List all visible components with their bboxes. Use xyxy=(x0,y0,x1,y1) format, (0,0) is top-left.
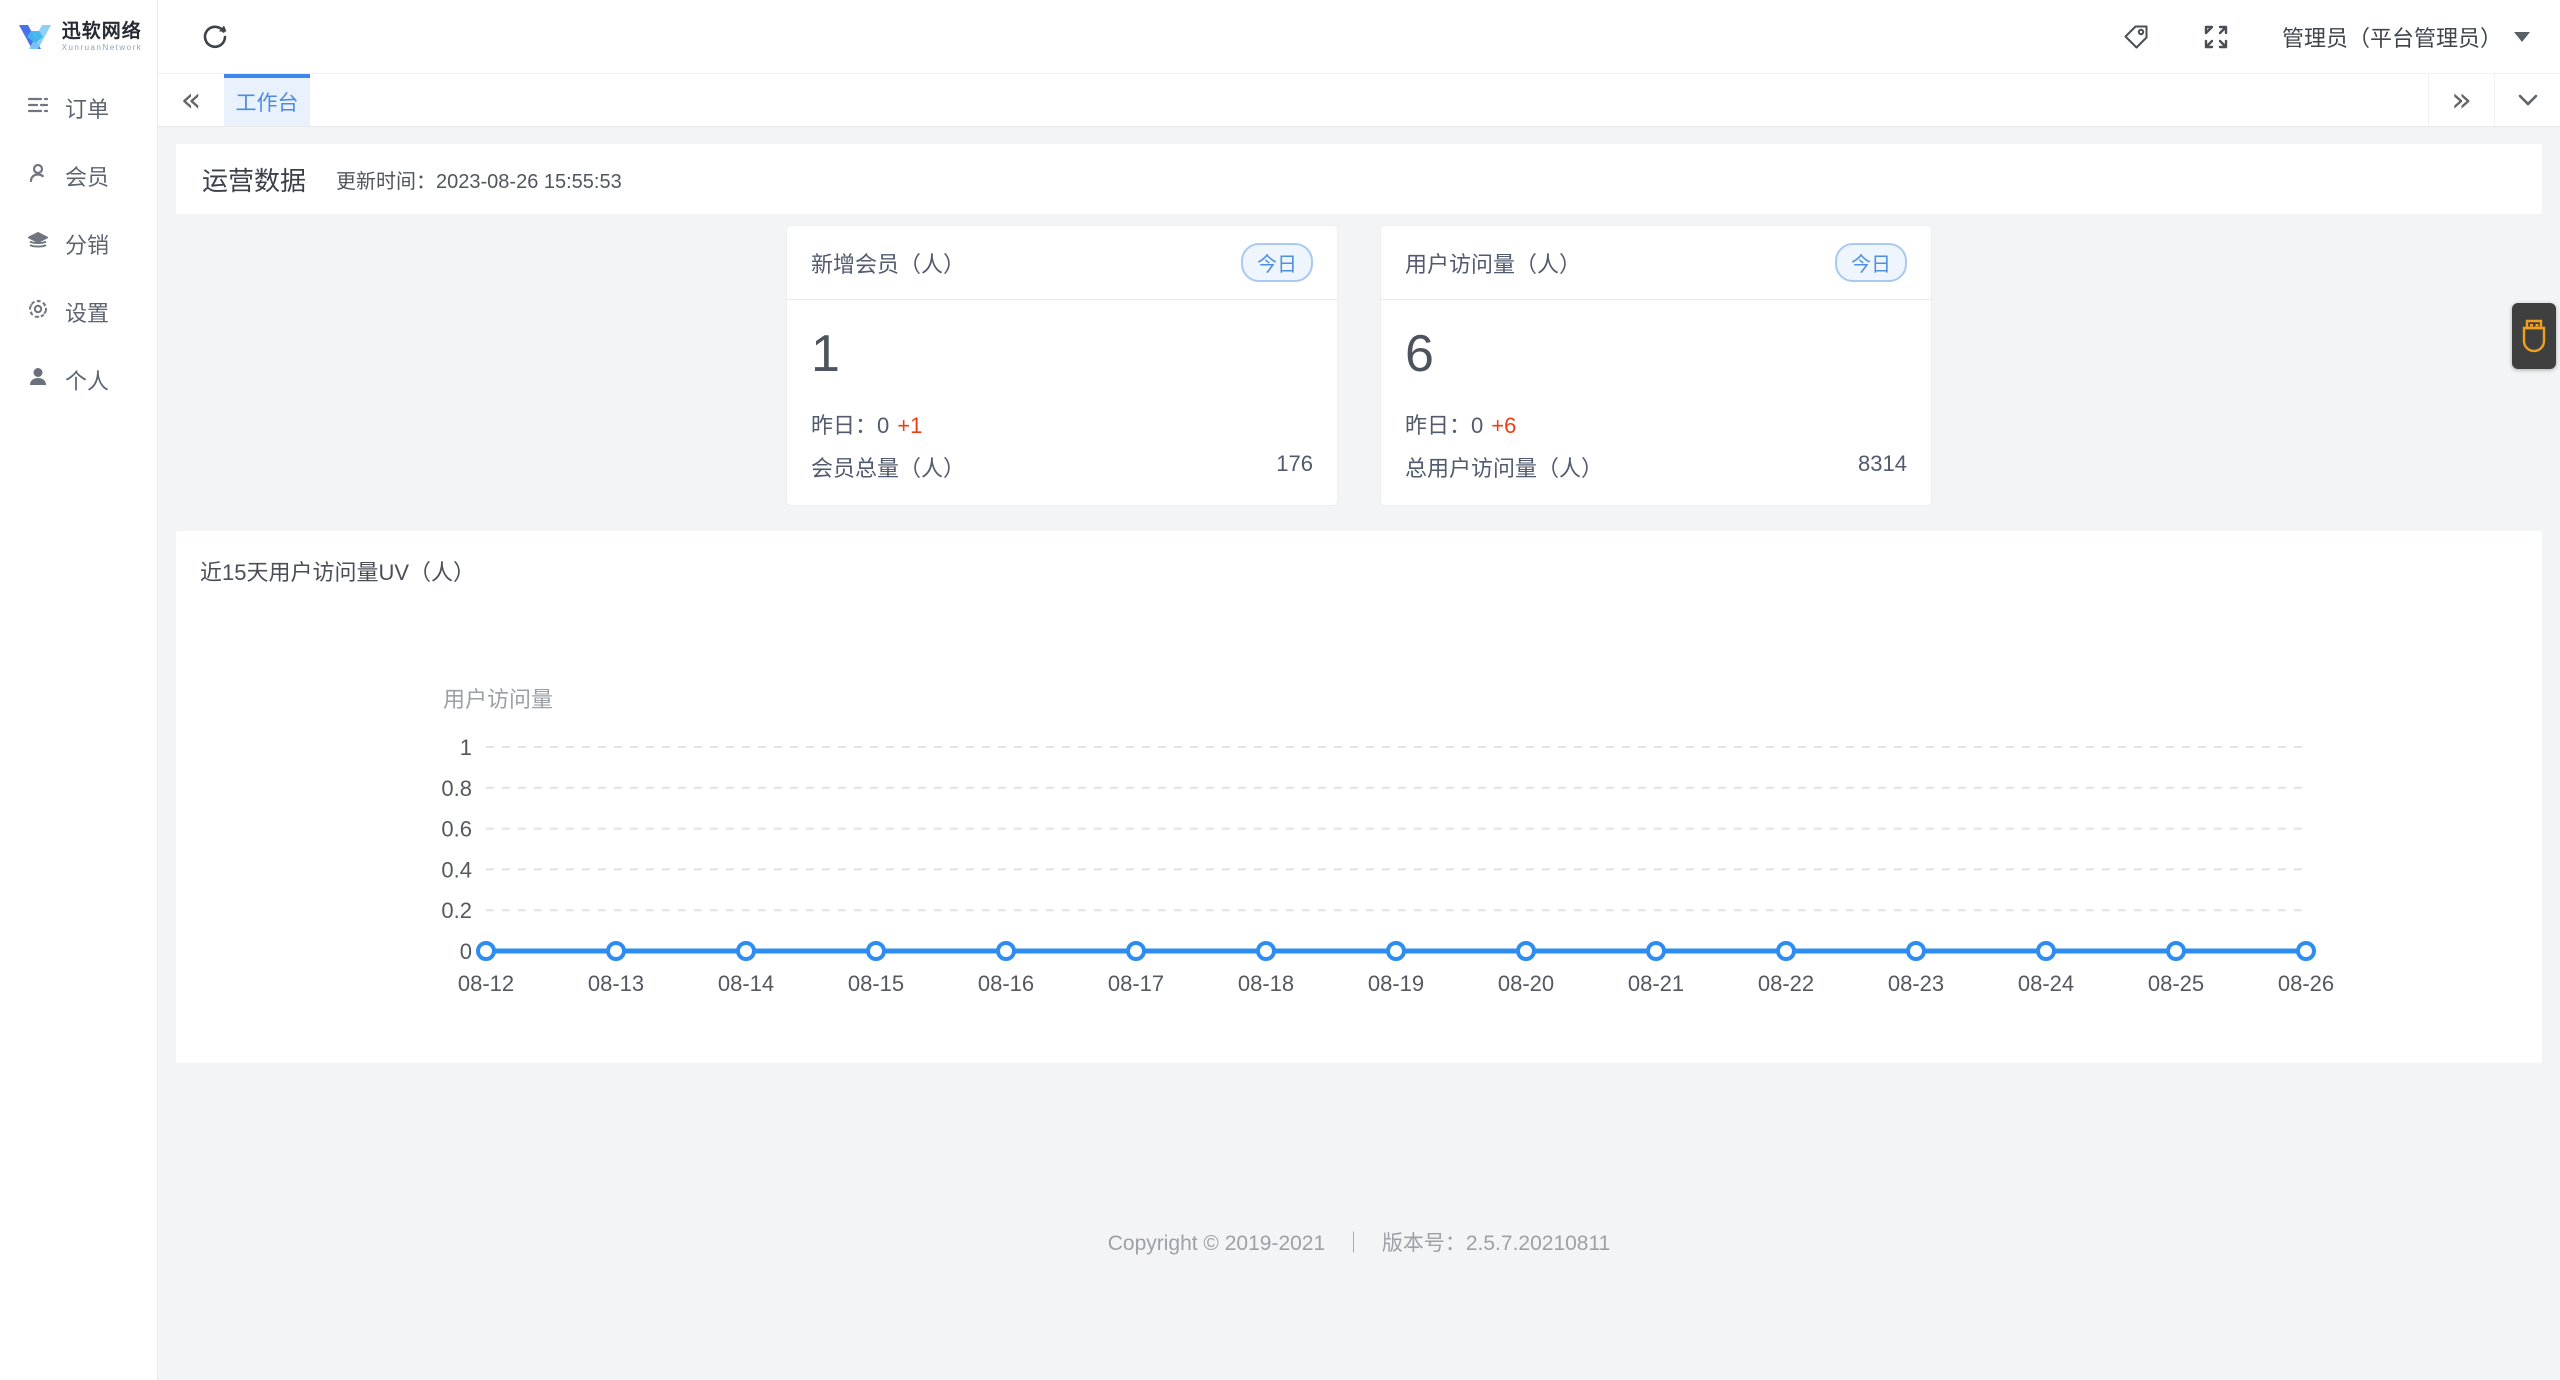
gear-icon xyxy=(26,297,50,327)
sidebar-item-label: 个人 xyxy=(65,369,110,394)
overview-update-time: 更新时间：2023-08-26 15:55:53 xyxy=(336,170,622,193)
card-value: 6 xyxy=(1405,325,1434,383)
footer: Copyright © 2019-2021 ｜ 版本号：2.5.7.202108… xyxy=(158,1227,2560,1257)
tab-workbench[interactable]: 工作台 xyxy=(224,74,310,126)
tag-icon[interactable] xyxy=(2122,23,2150,51)
yesterday-label: 昨日： xyxy=(1405,413,1472,438)
card-value: 1 xyxy=(811,325,840,383)
tab-label: 工作台 xyxy=(235,92,299,115)
card-new-members: 新增会员（人） 今日 1 昨日：0 +1 会员总量（人） 176 xyxy=(786,225,1338,506)
svg-text:1: 1 xyxy=(460,735,472,760)
chevron-down-icon xyxy=(2514,31,2530,42)
sidebar-item-label: 设置 xyxy=(65,301,110,326)
top-header: 管理员（平台管理员） xyxy=(158,0,2560,74)
svg-text:08-20: 08-20 xyxy=(1498,971,1554,996)
tabbar-spacer xyxy=(310,74,2428,126)
tabs-menu-button[interactable] xyxy=(2494,74,2560,126)
today-badge[interactable]: 今日 xyxy=(1835,243,1907,282)
tabs-scroll-left-button[interactable]: « xyxy=(158,74,224,126)
chevron-down-icon xyxy=(2518,94,2537,106)
svg-text:08-15: 08-15 xyxy=(848,971,904,996)
logo-title: 迅软网络 xyxy=(61,21,142,42)
member-icon xyxy=(26,161,50,191)
card-title: 用户访问量（人） xyxy=(1405,251,1582,277)
sidebar-nav: 订单 会员 分销 设置 个人 xyxy=(0,74,157,414)
floating-tool-button[interactable] xyxy=(2512,303,2556,369)
today-badge[interactable]: 今日 xyxy=(1241,243,1313,282)
svg-text:08-18: 08-18 xyxy=(1238,971,1294,996)
sidebar-item-label: 订单 xyxy=(65,97,110,122)
sidebar-item-orders[interactable]: 订单 xyxy=(0,74,157,142)
distribution-icon xyxy=(26,229,50,259)
yesterday-delta: +6 xyxy=(1491,413,1517,438)
stat-cards-row: 新增会员（人） 今日 1 昨日：0 +1 会员总量（人） 176 用户访问量（人）… xyxy=(158,225,2560,506)
svg-text:0: 0 xyxy=(460,939,472,964)
total-label: 总用户访问量（人） xyxy=(1405,456,1604,481)
double-chevron-right-icon: » xyxy=(2451,80,2472,120)
app-logo: 迅软网络 XunruanNetwork xyxy=(0,0,157,74)
card-user-visits: 用户访问量（人） 今日 6 昨日：0 +6 总用户访问量（人） 8314 xyxy=(1380,225,1932,506)
logo-x-icon xyxy=(18,25,51,49)
card-yesterday: 昨日：0 +6 xyxy=(1405,408,1907,440)
svg-text:08-17: 08-17 xyxy=(1108,971,1164,996)
user-menu[interactable]: 管理员（平台管理员） xyxy=(2282,21,2530,53)
svg-text:08-14: 08-14 xyxy=(718,971,774,996)
svg-text:08-21: 08-21 xyxy=(1628,971,1684,996)
total-value: 8314 xyxy=(1858,451,1907,476)
double-chevron-left-icon: « xyxy=(180,80,202,120)
fullscreen-icon[interactable] xyxy=(2202,23,2230,51)
svg-text:08-13: 08-13 xyxy=(588,971,644,996)
tabs-scroll-right-button[interactable]: » xyxy=(2428,74,2494,126)
overview-panel: 运营数据 更新时间：2023-08-26 15:55:53 xyxy=(176,144,2542,214)
svg-text:08-12: 08-12 xyxy=(458,971,514,996)
yesterday-value: 0 xyxy=(877,413,890,438)
card-yesterday: 昨日：0 +1 xyxy=(811,408,1313,440)
footer-version: 版本号：2.5.7.20210811 xyxy=(1381,1232,1611,1255)
card-total-row: 总用户访问量（人） 8314 xyxy=(1405,451,1907,483)
svg-text:0.8: 0.8 xyxy=(441,776,472,801)
svg-text:用户访问量: 用户访问量 xyxy=(443,687,553,712)
user-name: 管理员（平台管理员） xyxy=(2281,25,2502,51)
yesterday-label: 昨日： xyxy=(811,413,878,438)
sidebar-item-distribution[interactable]: 分销 xyxy=(0,210,157,278)
svg-text:08-24: 08-24 xyxy=(2018,971,2074,996)
svg-text:08-16: 08-16 xyxy=(978,971,1034,996)
yesterday-delta: +1 xyxy=(897,413,923,438)
main-content: 运营数据 更新时间：2023-08-26 15:55:53 新增会员（人） 今日… xyxy=(158,127,2560,1380)
refresh-icon[interactable] xyxy=(200,22,230,52)
svg-text:0.6: 0.6 xyxy=(441,817,472,842)
footer-divider: ｜ xyxy=(1343,1232,1365,1255)
overview-title: 运营数据 xyxy=(202,165,307,196)
footer-copyright: Copyright © 2019-2021 xyxy=(1107,1232,1326,1255)
sidebar-item-label: 会员 xyxy=(65,165,110,190)
sidebar-item-profile[interactable]: 个人 xyxy=(0,346,157,414)
usb-drive-icon xyxy=(2522,319,2546,353)
total-label: 会员总量（人） xyxy=(811,456,966,481)
svg-text:08-23: 08-23 xyxy=(1888,971,1944,996)
sidebar-item-members[interactable]: 会员 xyxy=(0,142,157,210)
tab-bar: « 工作台 » xyxy=(158,74,2560,127)
sidebar: 迅软网络 XunruanNetwork 订单 会员 分销 设置 个人 xyxy=(0,0,158,1380)
svg-text:08-22: 08-22 xyxy=(1758,971,1814,996)
logo-subtitle: XunruanNetwork xyxy=(61,43,143,52)
yesterday-value: 0 xyxy=(1471,413,1484,438)
uv-line-chart: 用户访问量 0 0.2 0.4 0.6 0.8 1 08-12 08-13 08-14 08-15 0… xyxy=(441,687,2334,996)
card-title: 新增会员（人） xyxy=(811,251,966,277)
svg-text:08-19: 08-19 xyxy=(1368,971,1424,996)
sidebar-item-settings[interactable]: 设置 xyxy=(0,278,157,346)
svg-text:08-25: 08-25 xyxy=(2148,971,2204,996)
card-total-row: 会员总量（人） 176 xyxy=(811,451,1313,483)
sidebar-item-label: 分销 xyxy=(65,233,110,258)
profile-icon xyxy=(26,365,50,395)
uv-chart-panel: 近15天用户访问量UV（人） 用户访问量 0 0.2 0.4 0.6 0.8 1 08-12 0… xyxy=(176,531,2542,1063)
total-value: 176 xyxy=(1276,451,1313,476)
svg-text:08-26: 08-26 xyxy=(2278,971,2334,996)
chart-title: 近15天用户访问量UV（人） xyxy=(200,560,476,585)
order-icon xyxy=(26,93,50,123)
svg-text:0.2: 0.2 xyxy=(441,898,472,923)
svg-text:0.4: 0.4 xyxy=(441,857,472,882)
